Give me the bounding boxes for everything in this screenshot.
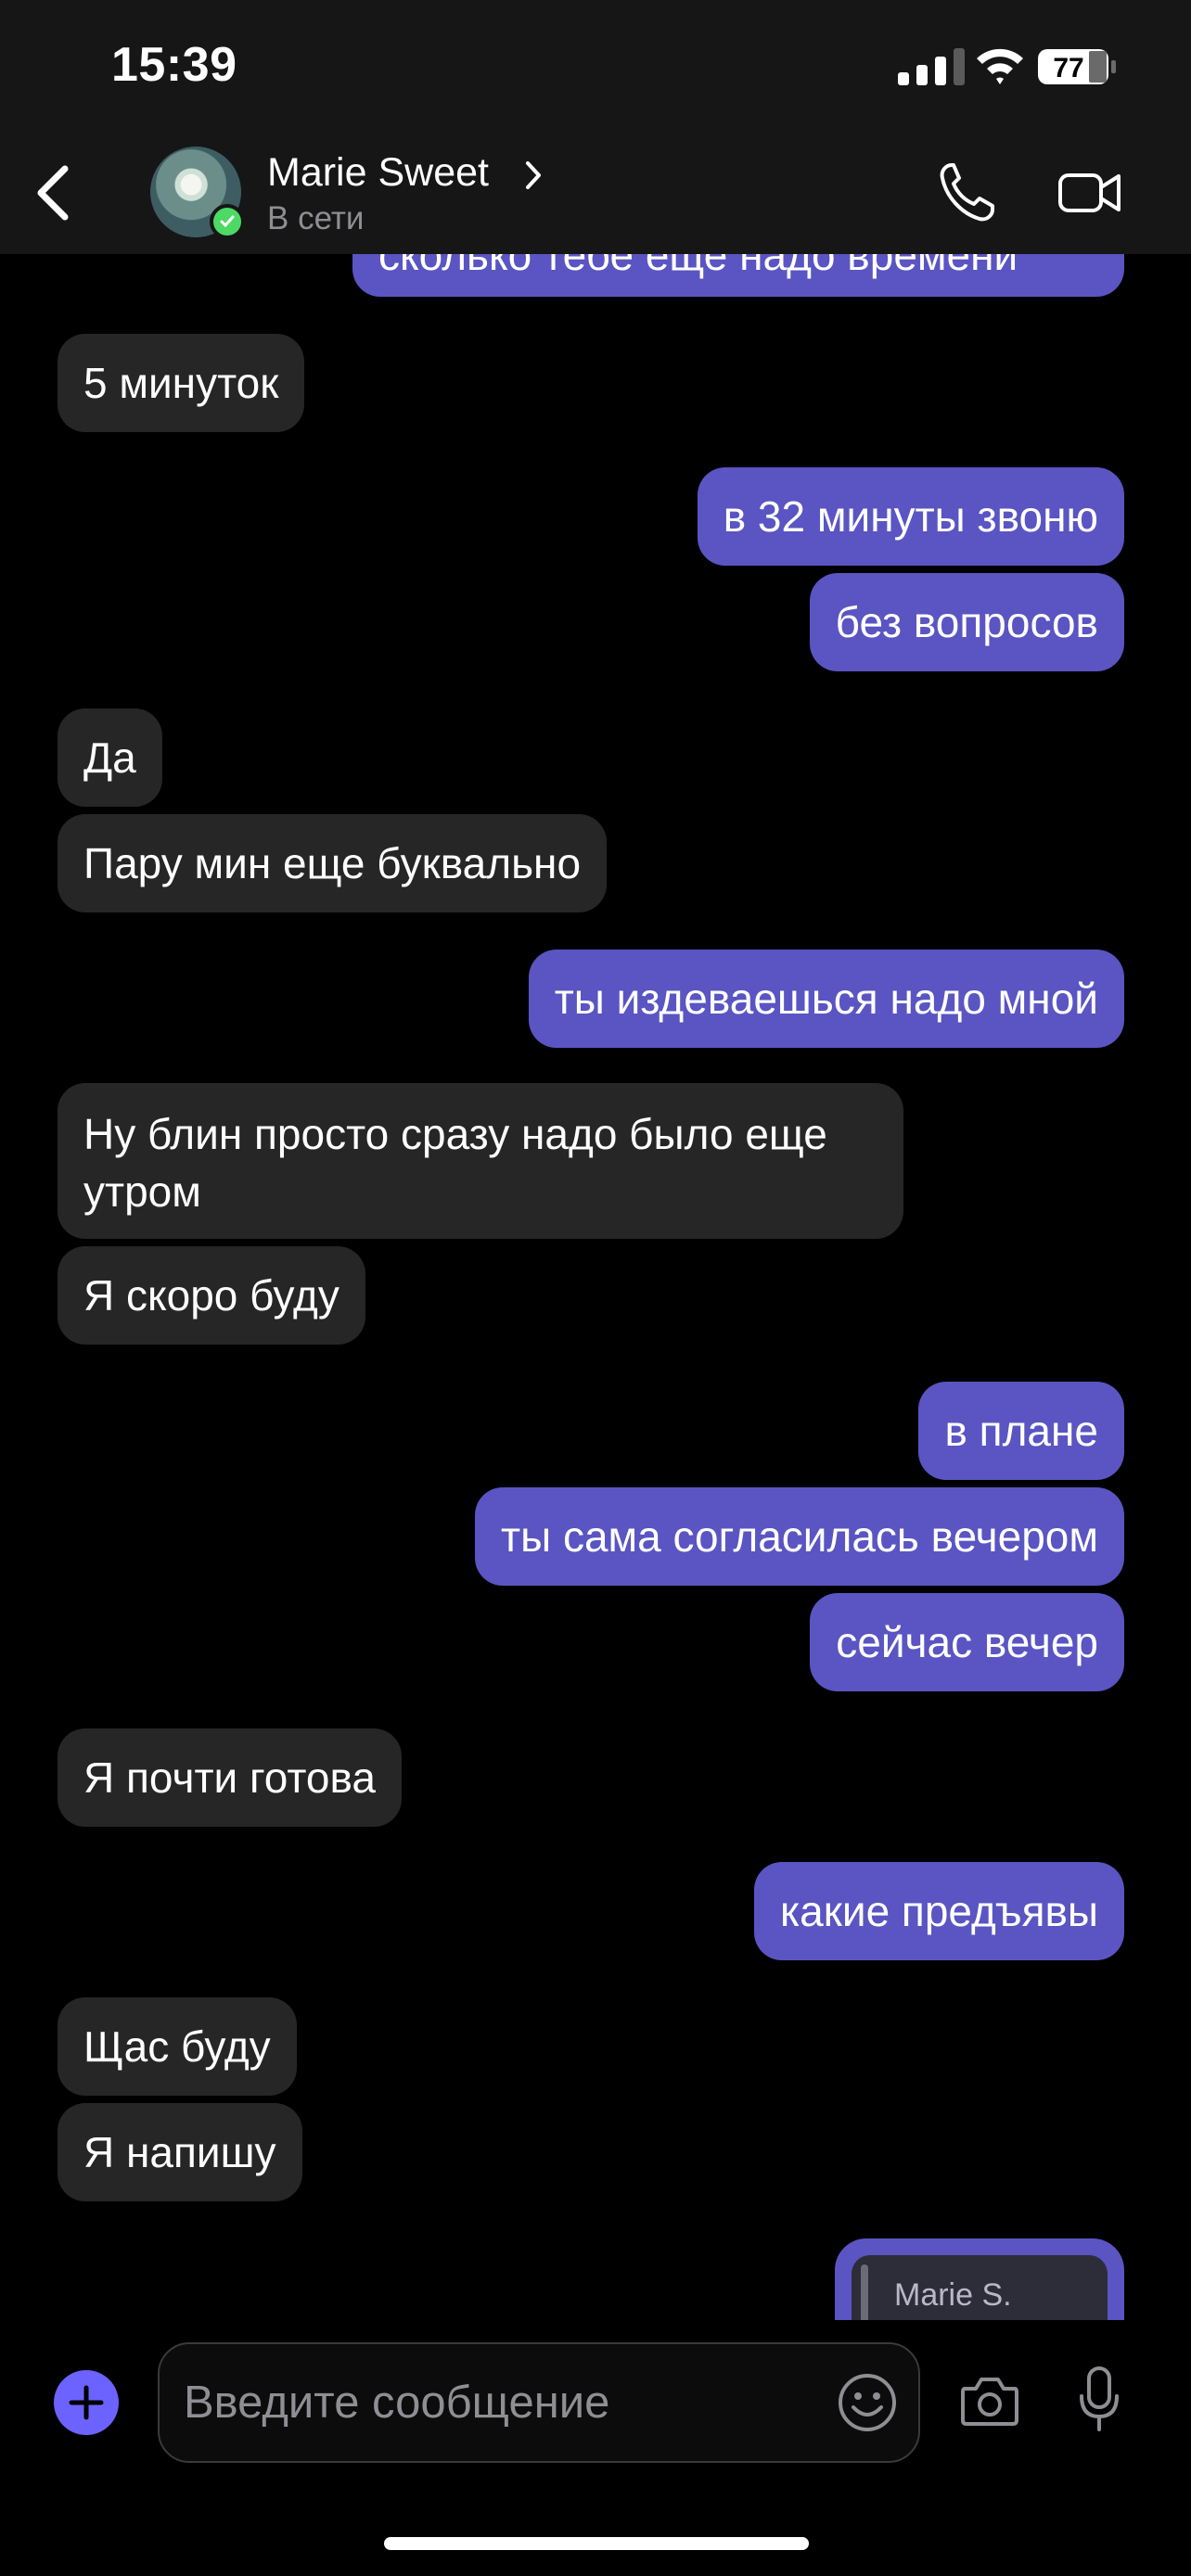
message-incoming[interactable]: Да [58, 708, 162, 807]
message-input[interactable] [184, 2372, 814, 2433]
message-list[interactable]: сколько тебе еще надо времени 5 минуток … [0, 254, 1191, 2320]
message-outgoing[interactable]: ты издеваешься надо мной [528, 950, 1124, 1048]
message-outgoing[interactable]: сколько тебе еще надо времени [352, 254, 1124, 297]
message-incoming[interactable]: Я скоро буду [58, 1246, 365, 1345]
quoted-message[interactable]: Marie S. [852, 2255, 1108, 2320]
quote-bar [861, 2264, 868, 2320]
battery-icon: 77 [1037, 48, 1117, 85]
status-time: 15:39 [111, 38, 237, 92]
back-arrow-icon[interactable] [28, 163, 80, 223]
message-outgoing[interactable]: без вопросов [809, 573, 1124, 671]
message-incoming[interactable]: Ну блин просто сразу надо было еще утром [58, 1083, 903, 1239]
camera-icon[interactable] [959, 2372, 1020, 2429]
battery-level: 77 [1053, 53, 1083, 83]
wifi-icon [977, 48, 1023, 84]
emoji-icon[interactable] [837, 2372, 898, 2433]
quoted-author: Marie S. [894, 2277, 1012, 2313]
phone-call-icon[interactable] [937, 161, 996, 224]
home-indicator [384, 2537, 809, 2550]
message-outgoing-reply[interactable]: Marie S. [835, 2238, 1124, 2320]
video-call-icon[interactable] [1057, 167, 1122, 219]
online-status-icon [210, 204, 245, 239]
message-outgoing[interactable]: какие предъявы [754, 1862, 1124, 1960]
contact-name[interactable]: Marie Sweet [267, 150, 489, 196]
chevron-right-icon[interactable] [523, 159, 544, 191]
microphone-icon[interactable] [1076, 2365, 1122, 2435]
chat-header: Marie Sweet В сети [0, 130, 1191, 254]
message-outgoing[interactable]: в 32 минуты звоню [697, 467, 1124, 566]
message-composer [0, 2320, 1191, 2576]
message-incoming[interactable]: Щас буду [58, 1997, 297, 2096]
message-outgoing[interactable]: сейчас вечер [810, 1593, 1124, 1691]
message-incoming[interactable]: Пару мин еще буквально [58, 814, 608, 912]
contact-status: В сети [267, 200, 365, 236]
status-bar: 15:39 77 [0, 0, 1191, 130]
contact-avatar[interactable] [150, 147, 245, 239]
add-attachment-button[interactable] [54, 2370, 119, 2435]
message-outgoing[interactable]: ты сама согласилась вечером [475, 1487, 1124, 1586]
message-incoming[interactable]: Я напишу [58, 2103, 302, 2201]
message-incoming[interactable]: 5 минуток [58, 334, 305, 432]
message-input-container[interactable] [158, 2342, 920, 2463]
message-incoming[interactable]: Я почти готова [58, 1728, 402, 1827]
plus-icon [69, 2385, 104, 2420]
cellular-signal-icon [898, 48, 965, 85]
message-outgoing[interactable]: в плане [918, 1382, 1124, 1480]
